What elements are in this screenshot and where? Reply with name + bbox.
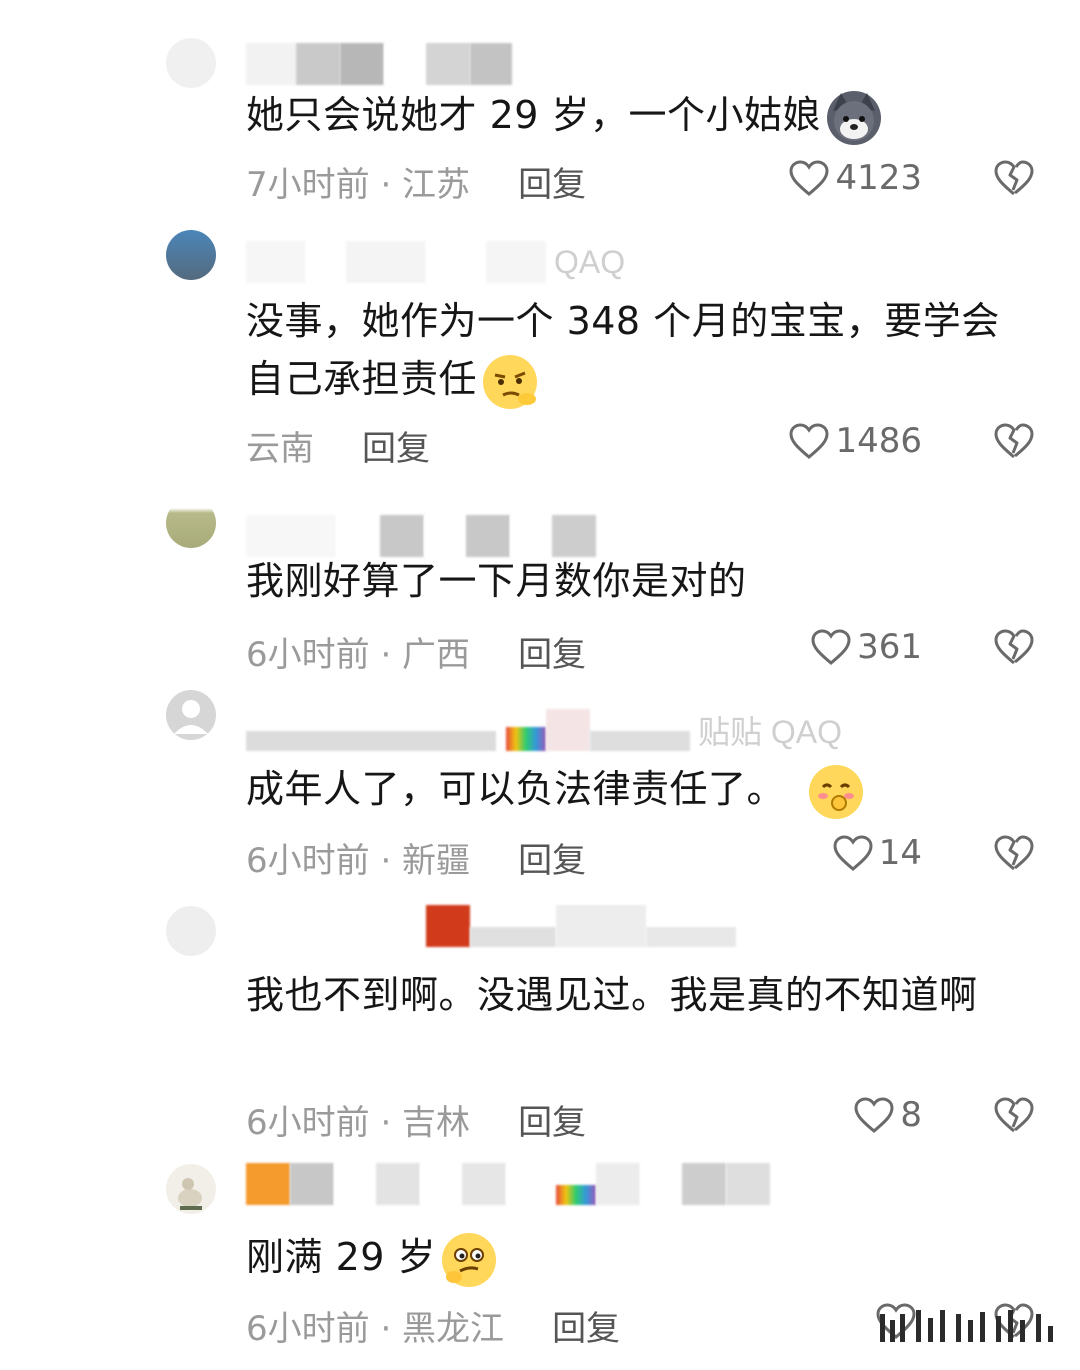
dislike-button[interactable] <box>994 416 1034 466</box>
comment-text: 我刚好算了一下月数你是对的 <box>246 559 747 603</box>
broken-heart-icon <box>994 629 1034 665</box>
time-location: 云南 <box>246 428 314 469</box>
like-button[interactable]: 8 <box>854 1090 922 1140</box>
broken-heart-icon <box>994 423 1034 459</box>
avatar[interactable] <box>166 498 216 548</box>
comment-text: 我也不到啊。没遇见过。我是真的不知道啊 <box>246 973 978 1017</box>
comment-meta: 云南 回复 <box>246 420 430 470</box>
username-blurred[interactable] <box>246 42 512 86</box>
dislike-button[interactable] <box>994 622 1034 672</box>
heart-icon <box>789 160 829 196</box>
avatar[interactable] <box>166 1164 216 1214</box>
like-count: 4123 <box>835 158 922 198</box>
like-count: 361 <box>857 627 922 667</box>
username-blurred[interactable] <box>246 1162 770 1206</box>
comment-meta: 6小时前 · 广西 回复 <box>246 626 586 676</box>
time-location: 6小时前 · 广西 <box>246 634 471 675</box>
comment-meta: 6小时前 · 黑龙江 回复 <box>246 1300 620 1350</box>
username-blurred[interactable]: QAQ <box>246 240 625 284</box>
like-count: 14 <box>878 833 922 873</box>
comment-text: 她只会说她才 29 岁，一个小姑娘 <box>246 86 1016 145</box>
reply-button[interactable]: 回复 <box>518 627 586 676</box>
comment-item: 我也不到啊。没遇见过。我是真的不知道啊 6小时前 · 吉林 回复 8 <box>0 900 1080 1160</box>
like-button[interactable]: 361 <box>811 622 922 672</box>
like-button[interactable]: 1486 <box>789 416 922 466</box>
watermark-logo <box>876 1306 1056 1356</box>
reply-button[interactable]: 回复 <box>362 421 430 470</box>
comment-item: 我刚好算了一下月数你是对的 6小时前 · 广西 回复 361 <box>0 490 1080 690</box>
username-suffix: QAQ <box>554 243 626 280</box>
avatar[interactable] <box>166 690 216 740</box>
dislike-button[interactable] <box>994 153 1034 203</box>
comment-text: 成年人了，可以负法律责任了。 <box>246 760 1016 819</box>
broken-heart-icon <box>994 835 1034 871</box>
heart-icon <box>811 629 851 665</box>
thinking-face-icon <box>442 1232 497 1287</box>
username-suffix: 贴贴 QAQ <box>698 714 843 750</box>
comment-meta: 7小时前 · 江苏 回复 <box>246 156 586 206</box>
username-blurred[interactable]: 贴贴 QAQ <box>246 708 842 752</box>
smug-face-icon <box>483 354 538 409</box>
comment-item: 贴贴 QAQ 成年人了，可以负法律责任了。 6小时前 · 新疆 回复 14 <box>0 690 1080 900</box>
time-location: 7小时前 · 江苏 <box>246 164 471 205</box>
reply-button[interactable]: 回复 <box>518 157 586 206</box>
comment-text: 没事，她作为一个 348 个月的宝宝，要学会自己承担责任 <box>246 292 1016 409</box>
time-location: 6小时前 · 新疆 <box>246 840 471 881</box>
dislike-button[interactable] <box>994 828 1034 878</box>
reply-button[interactable]: 回复 <box>518 833 586 882</box>
shy-face-icon <box>809 764 864 819</box>
dog-face-icon <box>827 90 882 145</box>
heart-icon <box>789 423 829 459</box>
comment-item: QAQ 没事，她作为一个 348 个月的宝宝，要学会自己承担责任 云南 回复 1… <box>0 230 1080 490</box>
avatar[interactable] <box>166 906 216 956</box>
reply-button[interactable]: 回复 <box>518 1095 586 1144</box>
comment-meta: 6小时前 · 吉林 回复 <box>246 1094 586 1144</box>
like-count: 8 <box>900 1095 922 1135</box>
time-location: 6小时前 · 黑龙江 <box>246 1308 505 1349</box>
comment-item: 她只会说她才 29 岁，一个小姑娘 7小时前 · 江苏 回复 4123 <box>0 0 1080 230</box>
heart-icon <box>854 1097 894 1133</box>
comment-meta: 6小时前 · 新疆 回复 <box>246 832 586 882</box>
heart-icon <box>833 835 873 871</box>
comment-text: 刚满 29 岁 <box>246 1228 1016 1287</box>
username-blurred[interactable] <box>246 904 736 948</box>
reply-button[interactable]: 回复 <box>552 1301 620 1350</box>
dislike-button[interactable] <box>994 1090 1034 1140</box>
time-location: 6小时前 · 吉林 <box>246 1102 471 1143</box>
broken-heart-icon <box>994 160 1034 196</box>
avatar[interactable] <box>166 230 216 280</box>
like-button[interactable]: 4123 <box>789 153 922 203</box>
like-count: 1486 <box>835 421 922 461</box>
broken-heart-icon <box>994 1097 1034 1133</box>
like-button[interactable]: 14 <box>833 828 922 878</box>
avatar[interactable] <box>166 38 216 88</box>
